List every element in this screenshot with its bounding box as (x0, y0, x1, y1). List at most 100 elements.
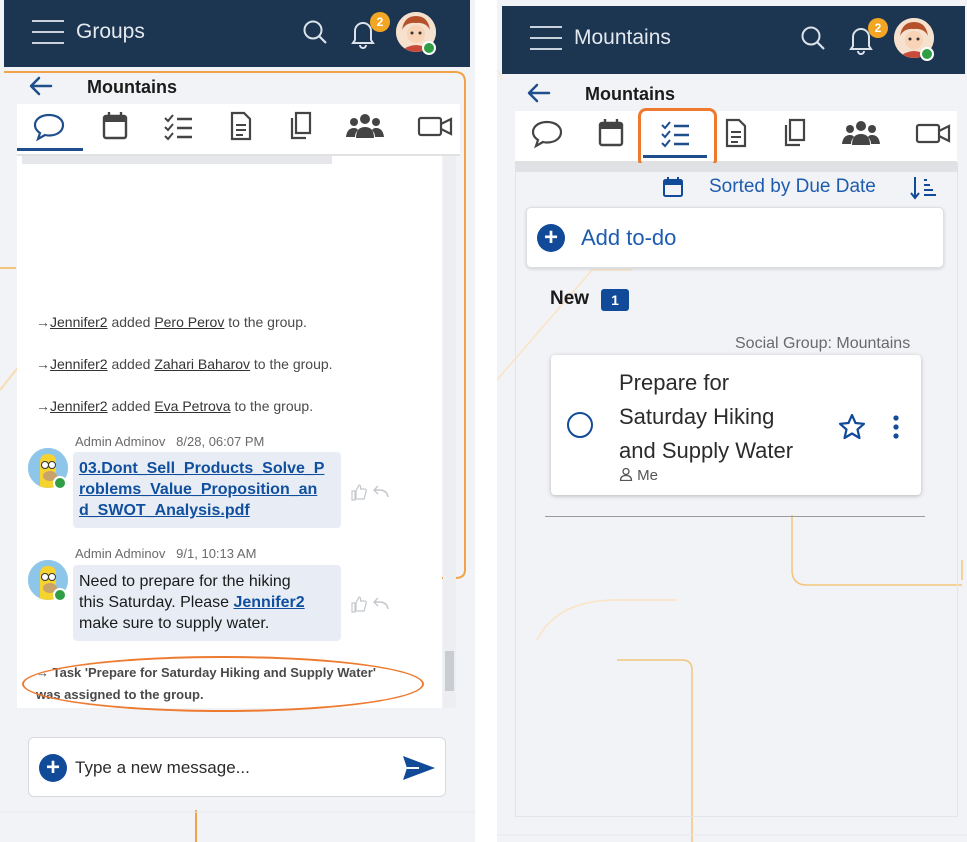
tab-document[interactable] (715, 117, 755, 153)
search-icon[interactable] (300, 17, 330, 47)
todo-assignee: Me (619, 467, 658, 484)
app-title: Mountains (574, 26, 671, 49)
mention-link[interactable]: Jennifer2 (233, 594, 304, 611)
members-icon (346, 114, 384, 138)
system-message: →Jennifer2 added Eva Petrova to the grou… (36, 398, 314, 414)
task-source-label: Social Group: Mountains (735, 335, 911, 352)
notification-badge: 2 (868, 18, 888, 38)
user-link[interactable]: Eva Petrova (154, 398, 230, 414)
todo-title: Prepare for Saturday Hiking and Supply W… (619, 370, 794, 463)
hamburger-menu-icon[interactable] (32, 20, 64, 46)
chat-icon (531, 120, 563, 149)
user-link[interactable]: Zahari Baharov (154, 356, 250, 372)
chat-scrollbar-track[interactable] (443, 156, 456, 708)
online-status-icon (53, 476, 67, 490)
divider (545, 516, 925, 517)
system-message: →Jennifer2 added Zahari Baharov to the g… (36, 356, 333, 372)
calendar-icon (663, 177, 683, 197)
message-time: 9/1, 10:13 AM (176, 546, 257, 561)
message-reactions (351, 484, 389, 501)
send-icon[interactable] (401, 753, 437, 783)
online-status-icon (920, 47, 934, 61)
user-link[interactable]: Jennifer2 (50, 398, 108, 414)
panel-top-shadow (515, 163, 958, 172)
group-title: Mountains (87, 77, 177, 97)
app-bar: Mountains 2 (502, 6, 965, 74)
tab-files[interactable] (775, 117, 815, 153)
highlight-annotation (638, 108, 717, 168)
back-arrow-icon[interactable] (27, 74, 55, 98)
online-status-icon (53, 588, 67, 602)
user-link[interactable]: Pero Perov (154, 314, 224, 330)
section-title: New (550, 288, 590, 309)
tab-calendar[interactable] (591, 117, 631, 153)
calendar-icon (102, 112, 128, 140)
person-icon (619, 467, 633, 482)
reply-icon (373, 485, 389, 498)
more-options-icon[interactable] (891, 414, 901, 440)
group-title: Mountains (585, 84, 675, 104)
todo-card[interactable]: Prepare for Saturday Hiking and Supply W… (551, 355, 921, 495)
files-icon (290, 111, 312, 140)
app-bar: Groups 2 (4, 0, 470, 67)
plus-icon: + (537, 224, 565, 252)
user-link[interactable]: Jennifer2 (50, 314, 108, 330)
message-meta: Admin Adminov 8/28, 06:07 PM (75, 434, 264, 449)
search-icon[interactable] (798, 23, 828, 53)
checklist-icon (164, 114, 192, 141)
message-bubble: Need to prepare for the hiking this Satu… (73, 565, 341, 641)
chat-icon (33, 113, 65, 142)
tab-calendar[interactable] (95, 110, 135, 146)
tab-video[interactable] (415, 110, 457, 146)
calendar-icon (598, 119, 624, 147)
message-author: Admin Adminov (75, 546, 166, 561)
like-icon (351, 484, 367, 501)
add-todo-button[interactable]: + Add to-do (526, 207, 944, 268)
sort-by-due-date-button[interactable]: Sorted by Due Date (709, 176, 876, 198)
tab-chat[interactable] (29, 110, 69, 146)
online-status-icon (422, 41, 436, 55)
hamburger-menu-icon[interactable] (530, 26, 562, 52)
group-tab-bar (515, 111, 957, 163)
members-icon (842, 121, 880, 145)
reply-icon (373, 597, 389, 610)
file-attachment-link[interactable]: 03.Dont_Sell_Products_Solve_P roblems_Val… (79, 460, 324, 519)
message-input[interactable]: Type a new message... (75, 758, 250, 778)
user-link[interactable]: Jennifer2 (50, 356, 108, 372)
highlight-annotation (22, 656, 424, 712)
group-header: Mountains (17, 67, 460, 105)
message-bubble: 03.Dont_Sell_Products_Solve_P roblems_Val… (73, 452, 341, 528)
system-message: →Jennifer2 added Pero Perov to the group… (36, 314, 307, 330)
message-reactions (351, 596, 389, 613)
sort-order-icon[interactable] (909, 175, 937, 201)
add-attachment-button[interactable]: + (39, 754, 67, 782)
message-meta: Admin Adminov 9/1, 10:13 AM (75, 546, 256, 561)
tab-files[interactable] (281, 110, 321, 146)
star-icon[interactable] (837, 412, 867, 442)
complete-checkbox[interactable] (567, 412, 593, 438)
tab-chat[interactable] (527, 117, 567, 153)
video-camera-icon (417, 116, 453, 137)
message-time: 8/28, 06:07 PM (176, 434, 265, 449)
group-header: Mountains (515, 74, 952, 112)
tab-video[interactable] (913, 117, 955, 153)
document-icon (230, 111, 252, 141)
chat-scrollbar-thumb[interactable] (445, 651, 454, 691)
video-camera-icon (915, 123, 951, 144)
loading-placeholder-bar (22, 156, 332, 164)
tab-members[interactable] (345, 110, 385, 146)
right-screen-group-tasks: Mountains 2 Mountains Sorted by Due Date… (497, 0, 967, 842)
left-screen-groups-chat: Groups 2 Mountains →Jennifer2 added Pero… (0, 0, 475, 842)
message-author: Admin Adminov (75, 434, 166, 449)
files-icon (784, 118, 806, 147)
active-tab-indicator (17, 148, 83, 151)
notification-badge: 2 (370, 12, 390, 32)
tab-document[interactable] (220, 110, 260, 146)
section-count-badge: 1 (601, 289, 629, 311)
add-todo-label: Add to-do (581, 225, 677, 250)
tab-tasks[interactable] (158, 110, 198, 146)
back-arrow-icon[interactable] (525, 81, 553, 105)
like-icon (351, 596, 367, 613)
tab-members[interactable] (841, 117, 881, 153)
message-composer: + Type a new message... (28, 737, 446, 797)
